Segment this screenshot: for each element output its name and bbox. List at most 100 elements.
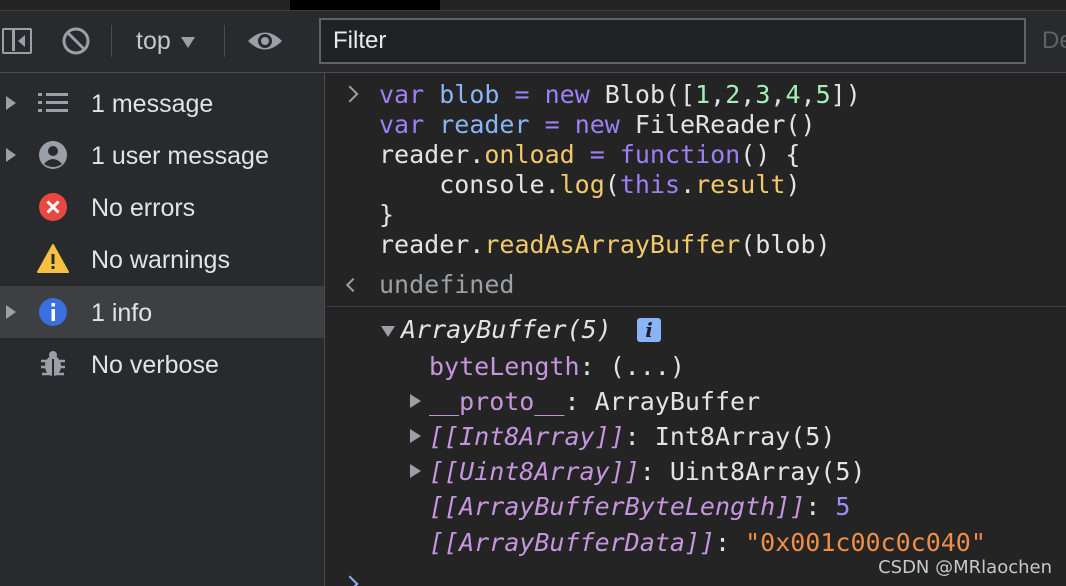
property-key: [[ArrayBufferData]] (429, 528, 715, 557)
code-token: Blob([ (589, 80, 696, 109)
sidebar-item-label: 1 info (91, 299, 153, 327)
property-value: : ArrayBuffer (564, 387, 761, 416)
error-icon (37, 192, 69, 222)
toggle-sidebar-icon[interactable] (2, 28, 32, 54)
sidebar-item-user-messages[interactable]: 1 user message (0, 129, 324, 181)
code-token: blob (439, 80, 500, 109)
expand-arrow-icon[interactable] (410, 429, 421, 443)
code-token: 5 (815, 80, 831, 109)
object-property[interactable]: [[Int8Array]]: Int8Array(5) (429, 422, 835, 452)
code-token: , (800, 80, 816, 109)
toolbar-separator (224, 25, 225, 57)
sidebar-item-label: 1 user message (91, 142, 269, 170)
code-token: result (695, 170, 786, 199)
expand-arrow-icon[interactable] (410, 464, 421, 478)
sidebar-item-label: No errors (91, 194, 196, 222)
sidebar-item-verbose[interactable]: No verbose (0, 338, 324, 390)
expand-arrow-icon[interactable] (6, 148, 16, 162)
result-value: undefined (379, 270, 515, 299)
code-token: log (559, 170, 605, 199)
context-selector[interactable]: top (136, 24, 195, 58)
code-token: reader. (379, 230, 485, 259)
sidebar-item-messages[interactable]: 1 message (0, 77, 324, 129)
property-separator: : (805, 492, 836, 521)
code-line: console.log(this.result) (379, 170, 801, 200)
eye-icon[interactable] (246, 26, 284, 56)
object-property[interactable]: __proto__: ArrayBuffer (429, 387, 760, 417)
code-token: onload (484, 140, 575, 169)
collapse-arrow-icon[interactable] (381, 326, 395, 337)
code-token: ) (785, 170, 801, 199)
code-token: function (619, 140, 741, 169)
property-separator: : (714, 528, 746, 557)
list-icon (37, 88, 69, 118)
user-icon (37, 140, 69, 170)
watermark: CSDN @MRlaochen (878, 557, 1052, 578)
property-key: [[ArrayBufferByteLength]] (429, 492, 806, 521)
code-token: 3 (755, 80, 771, 109)
code-line: reader.readAsArrayBuffer(blob) (379, 230, 831, 260)
sidebar-item-info[interactable]: 1 info (0, 286, 324, 338)
object-header[interactable]: ArrayBuffer(5) (401, 315, 612, 345)
log-levels-dropdown[interactable]: De (1042, 27, 1066, 55)
code-line: var reader = new FileReader() (379, 110, 816, 140)
object-property: [[ArrayBufferByteLength]]: 5 (429, 492, 850, 522)
warning-icon (37, 244, 69, 274)
console-sidebar: 1 message 1 user message No errors No wa… (0, 73, 325, 586)
code-token: new (544, 80, 590, 109)
expand-arrow-icon[interactable] (410, 394, 421, 408)
property-key: [[Int8Array]] (429, 422, 625, 451)
filter-input[interactable] (319, 18, 1026, 64)
code-token: , (770, 80, 786, 109)
property-value[interactable]: : (...) (580, 352, 685, 381)
toolbar-separator (111, 25, 112, 57)
code-token: (blob) (740, 230, 831, 259)
top-black-strip (290, 0, 440, 10)
property-value: : Int8Array(5) (624, 422, 836, 451)
code-token: reader. (379, 140, 485, 169)
code-line: reader.onload = function() { (379, 140, 800, 170)
property-key: [[Uint8Array]] (429, 457, 640, 486)
code-token: new (574, 110, 620, 139)
input-prompt-icon (341, 85, 359, 103)
code-token: 2 (725, 80, 741, 109)
result-arrow-icon (345, 277, 361, 293)
info-icon (37, 297, 69, 327)
expand-arrow-icon[interactable] (6, 305, 16, 319)
console-toolbar: top De (0, 11, 1066, 73)
expand-arrow-icon[interactable] (6, 96, 16, 110)
sidebar-item-warnings[interactable]: No warnings (0, 233, 324, 285)
code-token: = (499, 80, 545, 109)
code-token: () { (740, 140, 801, 169)
code-token: readAsArrayBuffer (484, 230, 741, 259)
context-label: top (136, 26, 171, 55)
code-token: . (680, 170, 696, 199)
code-token: var (379, 80, 425, 109)
code-token: = (529, 110, 575, 139)
code-token: , (740, 80, 756, 109)
object-property[interactable]: [[Uint8Array]]: Uint8Array(5) (429, 457, 866, 487)
code-token: 4 (785, 80, 801, 109)
code-token: var (379, 110, 425, 139)
caret-down-icon (180, 36, 195, 48)
sidebar-item-errors[interactable]: No errors (0, 181, 324, 233)
code-token: FileReader() (619, 110, 816, 139)
info-badge-icon[interactable]: i (637, 318, 661, 342)
code-token: this (619, 170, 681, 199)
clear-console-icon[interactable] (61, 26, 91, 56)
code-line: } (379, 200, 395, 229)
new-prompt-icon[interactable] (341, 575, 359, 586)
property-value: "0x001c00c0c040" (745, 528, 986, 557)
code-token: = (574, 140, 620, 169)
code-token: ( (604, 170, 620, 199)
console-output[interactable]: var blob = new Blob([1,2,3,4,5]) var rea… (326, 73, 1066, 586)
code-token: console. (379, 170, 560, 199)
property-key: byteLength (429, 352, 580, 381)
sidebar-item-label: No warnings (91, 246, 230, 274)
code-token: ]) (830, 80, 861, 109)
console-divider (326, 306, 1066, 307)
code-token: , (710, 80, 726, 109)
code-token: 1 (695, 80, 711, 109)
object-property: byteLength: (...) (429, 352, 685, 382)
property-key: __proto__ (429, 387, 565, 416)
